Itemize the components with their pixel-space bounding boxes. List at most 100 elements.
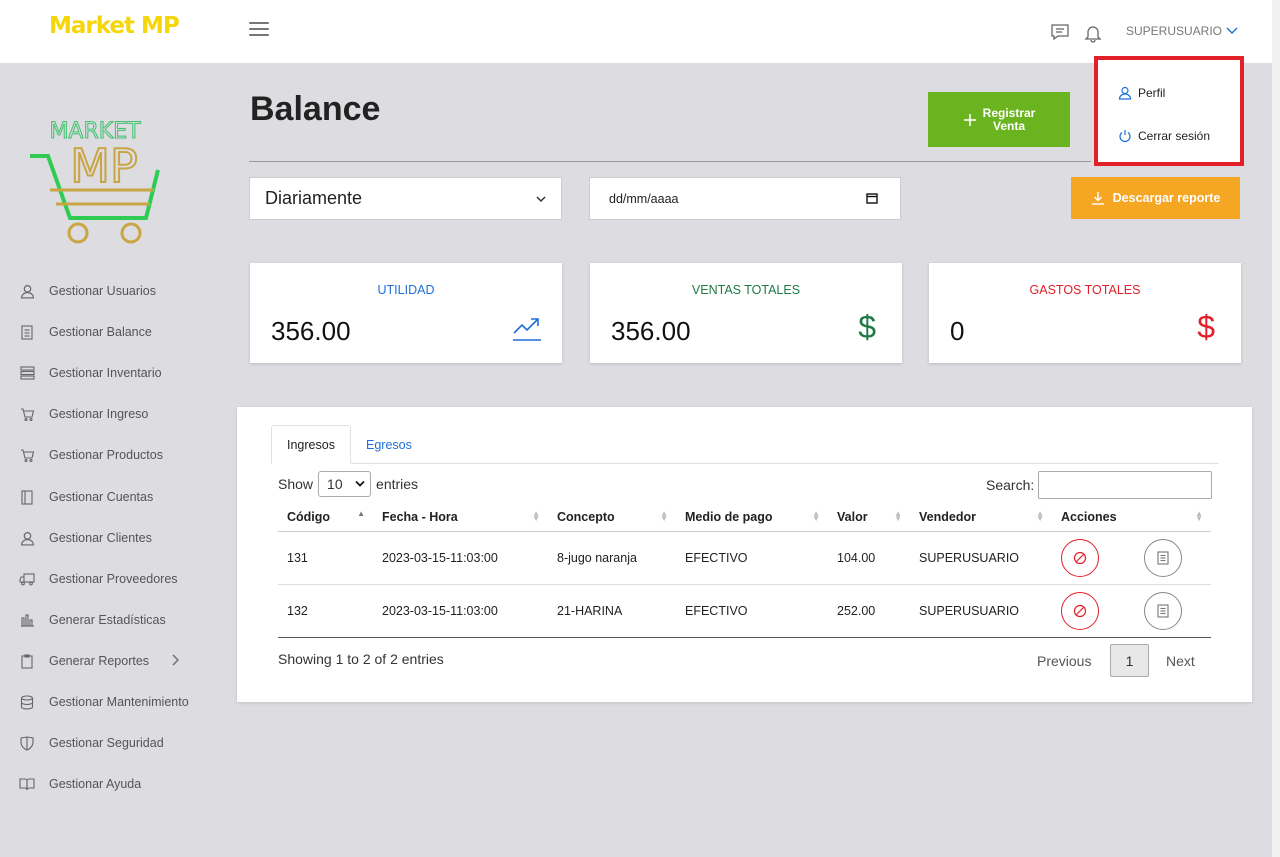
sidebar-item-clientes[interactable]: Gestionar Clientes: [19, 528, 152, 548]
book-icon: [19, 489, 35, 505]
period-select[interactable]: Diariamente: [249, 177, 562, 220]
entries-length-value: 10: [327, 476, 343, 492]
cell-valor: 252.00: [828, 584, 910, 638]
table-row: 131 2023-03-15-11:03:00 8-jugo naranja E…: [278, 531, 1211, 585]
calendar-icon[interactable]: [866, 192, 878, 204]
column-header-acciones[interactable]: Acciones ▲ ▼: [1052, 503, 1211, 532]
column-header-fecha[interactable]: Fecha - Hora ▲ ▼: [373, 503, 548, 532]
cell-acciones: [1052, 584, 1211, 638]
cell-vendedor: SUPERUSUARIO: [910, 584, 1052, 638]
table-row: 132 2023-03-15-11:03:00 21-HARINA EFECTI…: [278, 584, 1211, 638]
entries-label: entries: [376, 476, 419, 492]
user-menu-toggle[interactable]: SUPERUSUARIO: [1126, 24, 1238, 38]
column-header-medio-pago[interactable]: Medio de pago ▲ ▼: [676, 503, 828, 532]
power-icon: [1119, 130, 1131, 143]
sidebar-item-reportes[interactable]: Generar Reportes: [19, 651, 149, 671]
user-icon: [1118, 86, 1132, 100]
trending-up-icon: [513, 318, 541, 341]
database-icon: [19, 694, 35, 710]
bell-icon[interactable]: [1084, 23, 1104, 43]
dollar-icon: $: [1197, 309, 1215, 345]
column-header-vendedor[interactable]: Vendedor ▲ ▼: [910, 503, 1052, 532]
chevron-down-icon: [536, 196, 546, 203]
date-placeholder: dd/mm/aaaa: [609, 191, 679, 206]
chevron-right-icon[interactable]: [170, 653, 180, 667]
entries-length-select[interactable]: 10: [318, 471, 372, 497]
sidebar-item-usuarios[interactable]: Gestionar Usuarios: [19, 281, 156, 301]
cell-acciones: [1052, 531, 1211, 585]
dropdown-item-perfil[interactable]: Perfil: [1118, 86, 1165, 100]
register-sale-button[interactable]: Registrar Venta: [928, 92, 1070, 147]
page-title: Balance: [250, 90, 381, 128]
sidebar-item-seguridad[interactable]: Gestionar Seguridad: [19, 733, 164, 753]
cancel-button[interactable]: [1061, 538, 1099, 577]
tab-ingresos[interactable]: Ingresos: [271, 425, 351, 464]
card-title: UTILIDAD: [377, 283, 435, 297]
sidebar-item-estadisticas[interactable]: Generar Estadísticas: [19, 610, 166, 630]
sidebar-item-balance[interactable]: Gestionar Balance: [19, 322, 152, 342]
user-dropdown-menu: Perfil Cerrar sesión: [1094, 56, 1244, 166]
ban-icon: [1073, 551, 1087, 564]
cancel-button[interactable]: [1061, 591, 1099, 630]
receipt-button[interactable]: [1144, 591, 1183, 630]
pagination-page-1[interactable]: 1: [1110, 644, 1149, 677]
market-mp-logo: MARKET MP: [28, 118, 162, 246]
sidebar-item-ingreso[interactable]: Gestionar Ingreso: [19, 404, 148, 424]
plus-icon: [963, 113, 976, 126]
dropdown-item-logout[interactable]: Cerrar sesión: [1118, 129, 1210, 143]
cell-vendedor: SUPERUSUARIO: [910, 531, 1052, 585]
scrollbar[interactable]: [1272, 0, 1280, 857]
pagination-next[interactable]: Next: [1166, 644, 1195, 677]
sidebar-item-ayuda[interactable]: Gestionar Ayuda: [19, 774, 141, 794]
card-value: 356.00: [611, 316, 691, 346]
transactions-panel: Ingresos Egresos Show 10 entries Search:…: [237, 407, 1252, 702]
column-header-concepto[interactable]: Concepto ▲ ▼: [548, 503, 676, 532]
card-utilidad: UTILIDAD 356.00: [250, 263, 562, 363]
sidebar-item-mantenimiento[interactable]: Gestionar Mantenimiento: [19, 692, 189, 712]
date-input[interactable]: dd/mm/aaaa: [589, 177, 901, 220]
cell-fecha: 2023-03-15-11:03:00: [373, 531, 548, 585]
pagination-previous[interactable]: Previous: [1037, 644, 1091, 677]
logo-text-mp: MP: [70, 139, 137, 193]
menu-toggle-icon[interactable]: [249, 22, 269, 40]
column-header-codigo[interactable]: Código ▲: [278, 503, 373, 532]
search-label: Search:: [986, 477, 1035, 493]
bar-chart-icon: [19, 612, 35, 628]
card-value: 356.00: [271, 316, 351, 346]
search-input[interactable]: [1038, 471, 1213, 499]
cart-icon: [19, 406, 35, 422]
receipt-icon: [19, 324, 35, 340]
divider: [249, 161, 1091, 162]
sidebar-item-productos[interactable]: Gestionar Productos: [19, 445, 163, 465]
sidebar-item-proveedores[interactable]: Gestionar Proveedores: [19, 569, 178, 589]
card-title: VENTAS TOTALES: [691, 283, 801, 297]
receipt-button[interactable]: [1144, 538, 1183, 577]
table-search: Search:: [986, 471, 1213, 499]
register-label-2: Venta: [992, 118, 1025, 133]
card-value: 0: [950, 316, 965, 346]
cell-medio: EFECTIVO: [676, 531, 828, 585]
messages-icon[interactable]: [1050, 22, 1070, 42]
cell-medio: EFECTIVO: [676, 584, 828, 638]
chevron-down-icon: [1226, 27, 1238, 34]
register-label-1: Registrar: [982, 105, 1036, 120]
brand-title[interactable]: Market MP: [49, 13, 180, 39]
cell-codigo: 131: [278, 531, 373, 585]
user-icon: [19, 530, 35, 546]
cell-valor: 104.00: [828, 531, 910, 585]
top-bar: Market MP SUPERUSUARIO: [0, 0, 1272, 63]
dollar-icon: $: [858, 309, 876, 345]
cell-concepto: 21-HARINA: [548, 584, 676, 638]
book-open-icon: [19, 776, 35, 792]
download-report-button[interactable]: Descargar reporte: [1071, 177, 1240, 219]
column-header-valor[interactable]: Valor ▲ ▼: [828, 503, 910, 532]
tabs: Ingresos Egresos: [271, 425, 1219, 464]
sidebar-item-cuentas[interactable]: Gestionar Cuentas: [19, 487, 153, 507]
tab-egresos[interactable]: Egresos: [351, 425, 427, 464]
user-icon: [19, 283, 35, 299]
user-name: SUPERUSUARIO: [1126, 24, 1223, 38]
card-gastos-totales: GASTOS TOTALES 0 $: [929, 263, 1241, 363]
shield-icon: [19, 735, 35, 751]
receipt-icon: [1157, 603, 1170, 618]
sidebar-item-inventario[interactable]: Gestionar Inventario: [19, 363, 162, 383]
